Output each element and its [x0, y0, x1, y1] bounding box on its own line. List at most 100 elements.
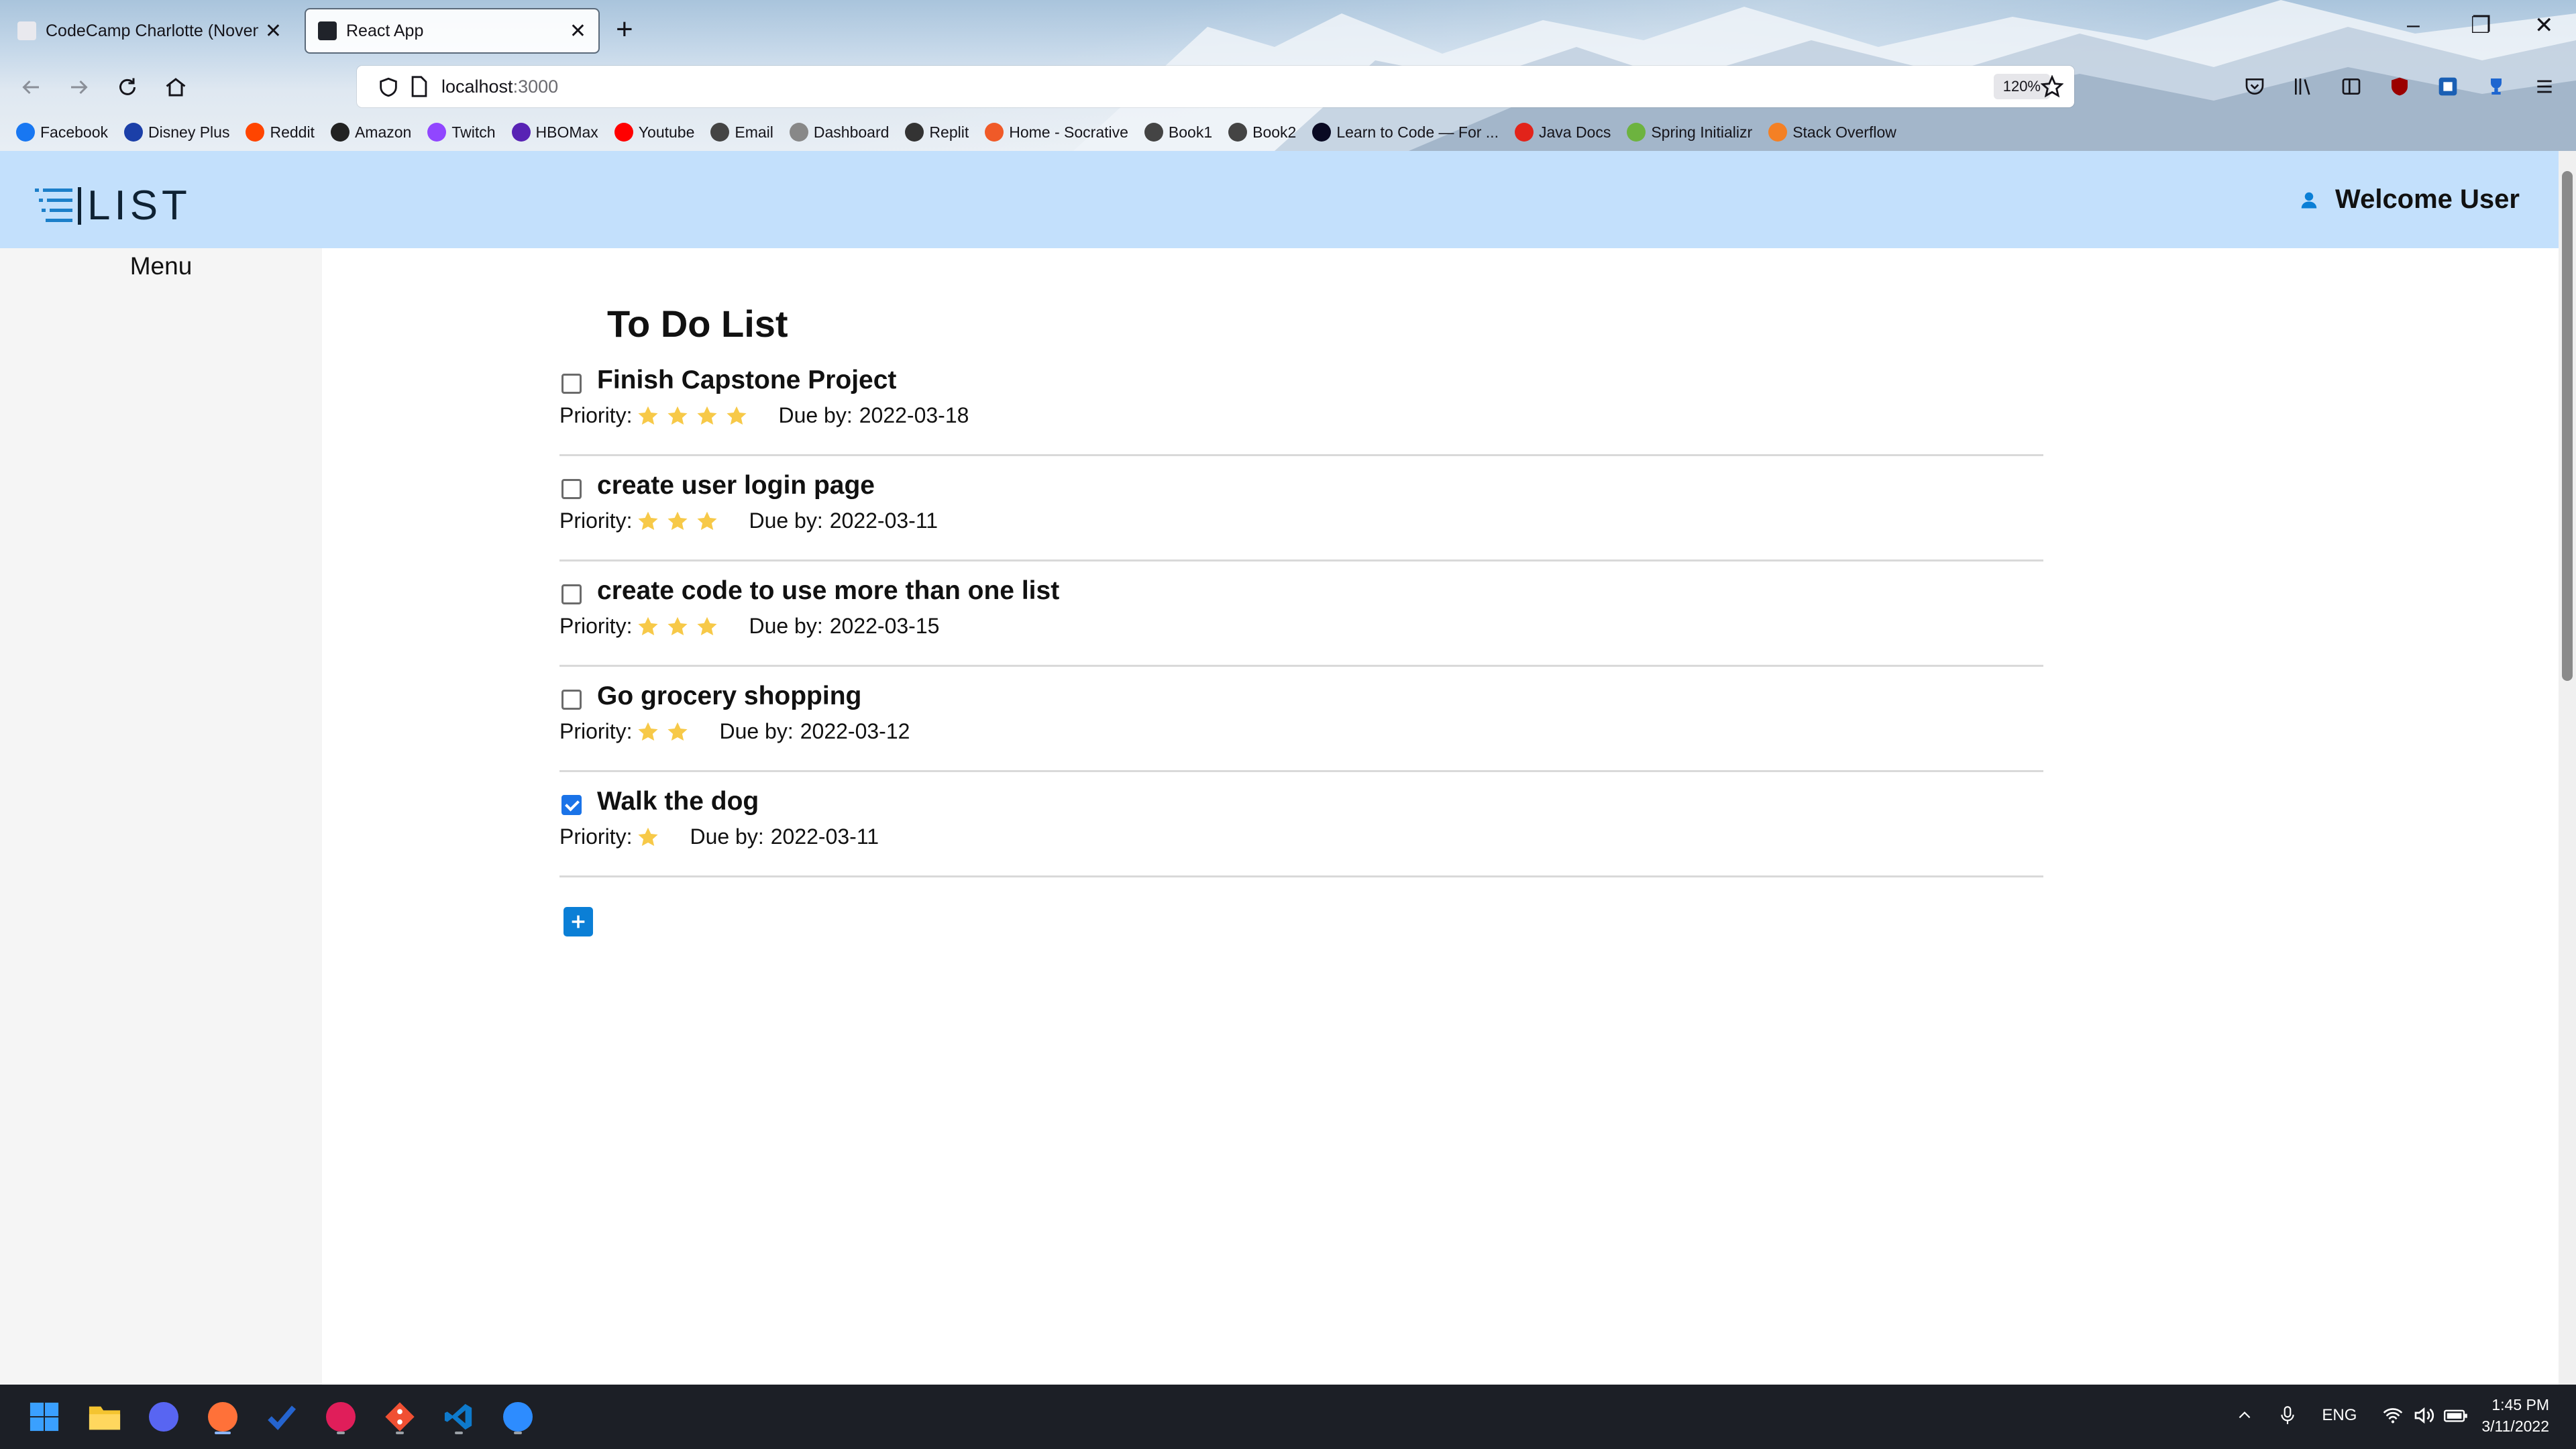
priority-stars: [636, 614, 724, 639]
restore-window-icon[interactable]: ❐: [2471, 12, 2491, 39]
git-icon: [385, 1402, 415, 1432]
scrollbar-thumb[interactable]: [2562, 171, 2573, 681]
add-todo-button[interactable]: [564, 907, 593, 936]
bookmark-item[interactable]: Learn to Code — For ...: [1312, 123, 1499, 142]
bookmark-item[interactable]: HBOMax: [511, 123, 598, 142]
bookmark-label: HBOMax: [535, 123, 598, 141]
wifi-icon[interactable]: [2382, 1406, 2404, 1425]
taskbar-app[interactable]: [380, 1397, 420, 1437]
page-info-icon[interactable]: [409, 75, 429, 103]
page-scrollbar[interactable]: [2559, 151, 2576, 1385]
bookmark-star-icon[interactable]: [2038, 72, 2066, 101]
home-icon[interactable]: [158, 70, 193, 105]
bookmark-label: Home - Socrative: [1009, 123, 1128, 141]
back-icon[interactable]: [13, 70, 48, 105]
bookmark-item[interactable]: Spring Initializr: [1627, 123, 1752, 142]
taskbar-app[interactable]: [203, 1397, 243, 1437]
taskbar-app[interactable]: [24, 1397, 64, 1437]
clock-time: 1:45 PM: [2491, 1396, 2549, 1413]
react-favicon-icon: [318, 21, 337, 40]
due-date: 2022-03-12: [800, 719, 910, 743]
ublock-icon[interactable]: [2385, 72, 2414, 101]
bookmark-item[interactable]: Book1: [1144, 123, 1212, 142]
bookmark-label: Youtube: [638, 123, 695, 141]
pocket-icon[interactable]: [2241, 72, 2269, 101]
close-tab-icon[interactable]: ✕: [570, 19, 586, 43]
due-date: 2022-03-11: [829, 508, 938, 533]
priority-star-icon: [667, 406, 688, 425]
bookmark-item[interactable]: Email: [710, 123, 773, 142]
todo-item: Go grocery shopping Priority: Due by: 20…: [559, 667, 2043, 772]
welcome-user[interactable]: Welcome User: [2299, 184, 2520, 215]
priority-star-icon: [667, 722, 688, 741]
main-content: To Do List Finish Capstone Project Prior…: [322, 248, 2559, 1385]
app-logo[interactable]: LIST: [35, 182, 191, 229]
bookmark-item[interactable]: Facebook: [16, 123, 108, 142]
todo-checkbox[interactable]: [561, 479, 582, 499]
extension-blue-icon[interactable]: [2434, 72, 2462, 101]
taskbar-app[interactable]: [85, 1397, 125, 1437]
facebook-icon: [16, 123, 35, 142]
bookmark-item[interactable]: Amazon: [330, 123, 411, 142]
new-tab-button[interactable]: +: [616, 12, 633, 47]
extension-trophy-icon[interactable]: [2482, 72, 2510, 101]
reddit-icon: [246, 123, 265, 142]
taskbar-app[interactable]: [498, 1397, 538, 1437]
todo-meta: Priority: Due by: 2022-03-11: [559, 824, 879, 849]
todo-checkbox[interactable]: [561, 584, 582, 604]
todo-title[interactable]: create user login page: [597, 471, 875, 500]
app-menu-icon[interactable]: [2530, 72, 2559, 101]
todo-item: Walk the dog Priority: Due by: 2022-03-1…: [559, 772, 2043, 877]
volume-icon[interactable]: [2413, 1406, 2434, 1425]
todo-checkbox[interactable]: [561, 374, 582, 394]
todo-checkbox[interactable]: [561, 795, 582, 815]
reload-icon[interactable]: [110, 70, 145, 105]
sidebar-toggle-icon[interactable]: [2337, 72, 2365, 101]
taskbar-app[interactable]: [321, 1397, 361, 1437]
tab-codecamp[interactable]: CodeCamp Charlotte (Novembe ✕: [5, 8, 294, 54]
battery-icon[interactable]: [2444, 1407, 2468, 1424]
zoom-icon: [503, 1402, 533, 1432]
bookmark-item[interactable]: Replit: [905, 123, 969, 142]
tracking-shield-icon[interactable]: [377, 76, 400, 103]
url-bar[interactable]: localhost:3000 120%: [357, 66, 2074, 107]
todo-item: create user login page Priority: Due by:…: [559, 456, 2043, 561]
priority-label: Priority:: [559, 614, 633, 638]
bookmark-item[interactable]: Java Docs: [1514, 123, 1611, 142]
priority-star-icon: [638, 511, 659, 530]
bookmark-item[interactable]: Stack Overflow: [1768, 123, 1896, 142]
minimize-window-icon[interactable]: –: [2407, 12, 2420, 38]
todo-title[interactable]: Walk the dog: [597, 787, 759, 816]
todo-title[interactable]: create code to use more than one list: [597, 576, 1059, 606]
microphone-icon[interactable]: [2279, 1405, 2296, 1426]
todo-meta: Priority: Due by: 2022-03-11: [559, 508, 938, 533]
show-hidden-icons-icon[interactable]: [2236, 1407, 2253, 1424]
language-indicator[interactable]: ENG: [2322, 1406, 2357, 1425]
close-tab-icon[interactable]: ✕: [265, 19, 282, 43]
taskbar-app[interactable]: [144, 1397, 184, 1437]
bookmark-item[interactable]: Home - Socrative: [985, 123, 1128, 142]
tab-react-app[interactable]: React App ✕: [305, 8, 600, 54]
library-icon[interactable]: [2289, 72, 2317, 101]
priority-label: Priority:: [559, 824, 633, 849]
menu-title[interactable]: Menu: [0, 252, 322, 280]
todo-item: create code to use more than one list Pr…: [559, 561, 2043, 667]
forward-icon[interactable]: [62, 70, 97, 105]
taskbar-app[interactable]: [262, 1397, 302, 1437]
globe-icon: [710, 123, 730, 142]
browser-chrome: CodeCamp Charlotte (Novembe ✕ React App …: [0, 0, 2576, 151]
bookmark-item[interactable]: Twitch: [427, 123, 496, 142]
bookmark-item[interactable]: Book2: [1228, 123, 1296, 142]
todo-title[interactable]: Finish Capstone Project: [597, 366, 896, 395]
bookmark-item[interactable]: Dashboard: [789, 123, 889, 142]
todo-title[interactable]: Go grocery shopping: [597, 682, 861, 711]
todo-checkbox[interactable]: [561, 690, 582, 710]
taskbar-app[interactable]: [439, 1397, 479, 1437]
close-window-icon[interactable]: ✕: [2534, 12, 2554, 39]
bookmark-item[interactable]: Reddit: [246, 123, 315, 142]
bookmark-item[interactable]: Youtube: [614, 123, 695, 142]
globe-icon: [1144, 123, 1163, 142]
due-date: 2022-03-11: [770, 824, 879, 849]
clock[interactable]: 1:45 PM 3/11/2022: [2481, 1394, 2549, 1437]
bookmark-item[interactable]: Disney Plus: [124, 123, 229, 142]
